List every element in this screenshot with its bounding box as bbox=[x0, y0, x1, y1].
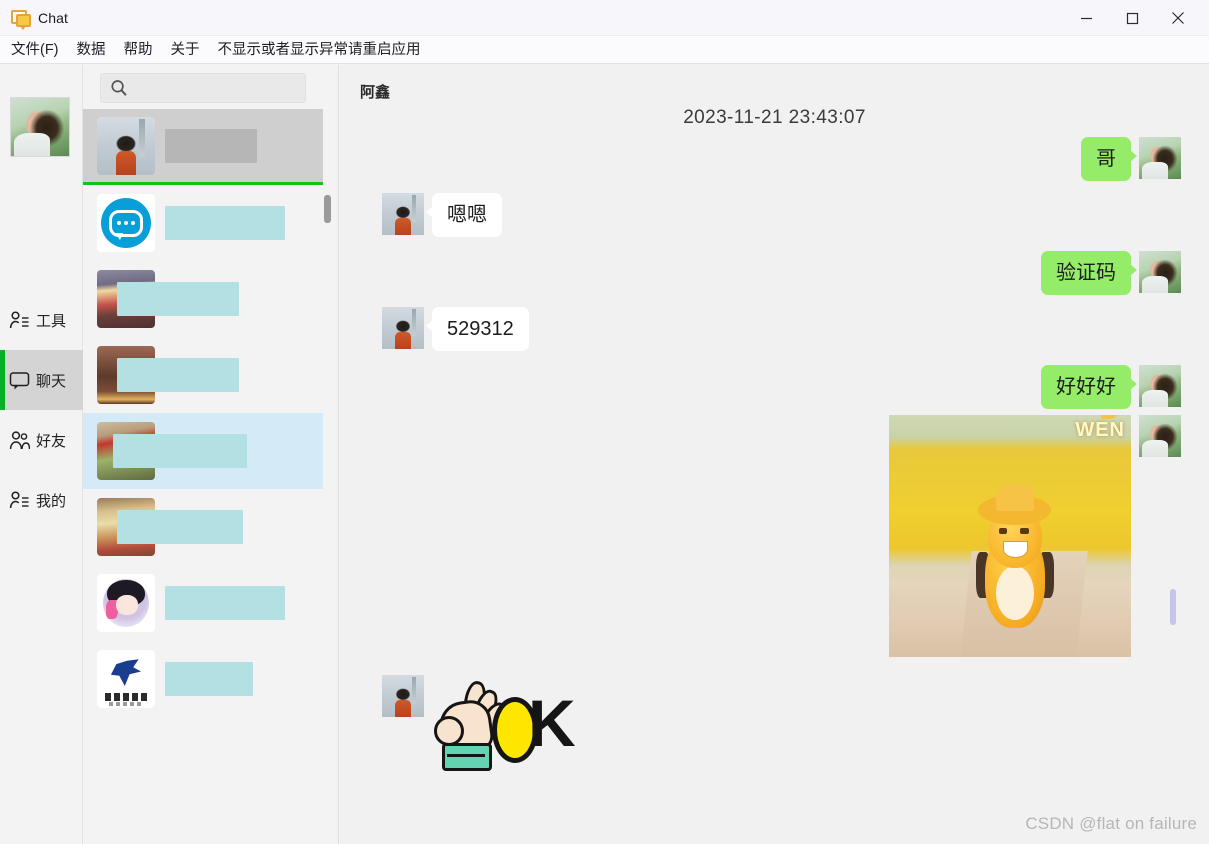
sidebar-item-friends[interactable]: 好友 bbox=[0, 410, 83, 470]
window-controls bbox=[1063, 0, 1209, 36]
avatar bbox=[97, 116, 155, 175]
watermark: CSDN @flat on failure bbox=[1025, 814, 1197, 833]
list-item[interactable] bbox=[83, 337, 323, 413]
menu-item-data[interactable]: 数据 bbox=[68, 36, 115, 64]
message-bubble: 哥 bbox=[1081, 137, 1137, 181]
menu-item-file[interactable]: 文件(F) bbox=[2, 36, 68, 64]
sidebar-item-label: 好友 bbox=[36, 432, 67, 450]
window-title: Chat bbox=[38, 9, 68, 26]
list-item[interactable] bbox=[83, 109, 323, 185]
friends-icon bbox=[8, 429, 30, 451]
message-row[interactable]: WEN bbox=[889, 415, 1181, 657]
cartoon-character bbox=[975, 484, 1055, 628]
avatar bbox=[97, 574, 155, 632]
message-row[interactable]: K bbox=[382, 675, 576, 783]
chat-list-panel bbox=[83, 65, 339, 844]
redacted-name bbox=[113, 434, 247, 468]
search-input[interactable] bbox=[134, 79, 298, 97]
image-watermark: WEN bbox=[1075, 415, 1125, 442]
message-bubble: 好好好 bbox=[1041, 365, 1137, 409]
conversation-scrollbar-thumb[interactable] bbox=[1170, 589, 1176, 625]
message-bubble: 验证码 bbox=[1041, 251, 1137, 295]
message-bubble: 嗯嗯 bbox=[426, 193, 502, 237]
menu-item-about[interactable]: 关于 bbox=[162, 36, 209, 64]
tools-person-icon bbox=[8, 309, 30, 331]
sidebar-item-label: 我的 bbox=[36, 492, 67, 510]
redacted-name bbox=[117, 358, 239, 392]
avatar bbox=[382, 675, 424, 717]
message-row[interactable]: 好好好 bbox=[1041, 365, 1181, 409]
avatar bbox=[1139, 365, 1181, 407]
menu-item-help[interactable]: 帮助 bbox=[115, 36, 162, 64]
chat-list[interactable] bbox=[83, 109, 323, 844]
sidebar-item-label: 聊天 bbox=[36, 372, 67, 390]
profile-icon bbox=[8, 489, 30, 511]
main-body: 工具 聊天 好友 我的 阿鑫 2023-11-21 23:43:07 哥 嗯嗯 … bbox=[0, 65, 1209, 844]
avatar[interactable] bbox=[10, 97, 70, 157]
avatar bbox=[1139, 415, 1181, 457]
maximize-icon[interactable] bbox=[1109, 0, 1155, 36]
message-bubble: 529312 bbox=[426, 307, 529, 351]
redacted-name bbox=[117, 510, 243, 544]
menu-item-restart-notice[interactable]: 不显示或者显示异常请重启应用 bbox=[209, 36, 430, 64]
sidebar-item-chat[interactable]: 聊天 bbox=[0, 350, 83, 410]
list-item[interactable] bbox=[83, 185, 323, 261]
list-item[interactable] bbox=[83, 413, 323, 489]
avatar bbox=[97, 194, 155, 252]
redacted-name bbox=[165, 662, 253, 696]
chat-application-window: Chat 文件(F) 数据 帮助 关于 不显示或者显示异常请重启应用 工具 聊天… bbox=[0, 0, 1209, 844]
redacted-name bbox=[165, 206, 285, 240]
message-row[interactable]: 验证码 bbox=[1041, 251, 1181, 295]
image-message[interactable]: WEN bbox=[889, 415, 1131, 657]
message-timestamp: 2023-11-21 23:43:07 bbox=[683, 107, 866, 128]
avatar bbox=[382, 307, 424, 349]
avatar bbox=[97, 650, 155, 708]
navigation-rail: 工具 聊天 好友 我的 bbox=[0, 65, 83, 844]
search-box[interactable] bbox=[100, 73, 306, 103]
redacted-name bbox=[165, 586, 285, 620]
list-item[interactable] bbox=[83, 489, 323, 565]
minimize-icon[interactable] bbox=[1063, 0, 1109, 36]
chat-icon bbox=[8, 369, 30, 391]
sidebar-item-label: 工具 bbox=[36, 312, 67, 330]
message-row[interactable]: 哥 bbox=[1081, 137, 1181, 181]
close-icon[interactable] bbox=[1155, 0, 1201, 36]
search-container bbox=[100, 73, 306, 103]
redacted-name bbox=[117, 282, 239, 316]
avatar bbox=[1139, 137, 1181, 179]
chat-bubble-icon bbox=[11, 9, 31, 30]
avatar bbox=[382, 193, 424, 235]
message-row[interactable]: 529312 bbox=[382, 307, 529, 351]
title-bar: Chat bbox=[0, 0, 1209, 36]
sidebar-item-tools[interactable]: 工具 bbox=[0, 290, 83, 350]
conversation-panel: 阿鑫 2023-11-21 23:43:07 哥 嗯嗯 验证码 529312 好… bbox=[340, 65, 1209, 844]
page-title: 阿鑫 bbox=[360, 84, 391, 101]
list-item[interactable] bbox=[83, 261, 323, 337]
redacted-name bbox=[165, 128, 257, 163]
list-scrollbar-thumb[interactable] bbox=[324, 195, 331, 223]
ok-hand-sticker[interactable]: K bbox=[432, 675, 576, 783]
sidebar-item-profile[interactable]: 我的 bbox=[0, 470, 83, 530]
message-row[interactable]: 嗯嗯 bbox=[382, 193, 502, 237]
menu-bar: 文件(F) 数据 帮助 关于 不显示或者显示异常请重启应用 bbox=[0, 36, 1209, 64]
list-item[interactable] bbox=[83, 641, 323, 717]
search-icon bbox=[110, 79, 128, 97]
list-item[interactable] bbox=[83, 565, 323, 641]
avatar bbox=[1139, 251, 1181, 293]
sticker-letter-k: K bbox=[528, 686, 576, 760]
